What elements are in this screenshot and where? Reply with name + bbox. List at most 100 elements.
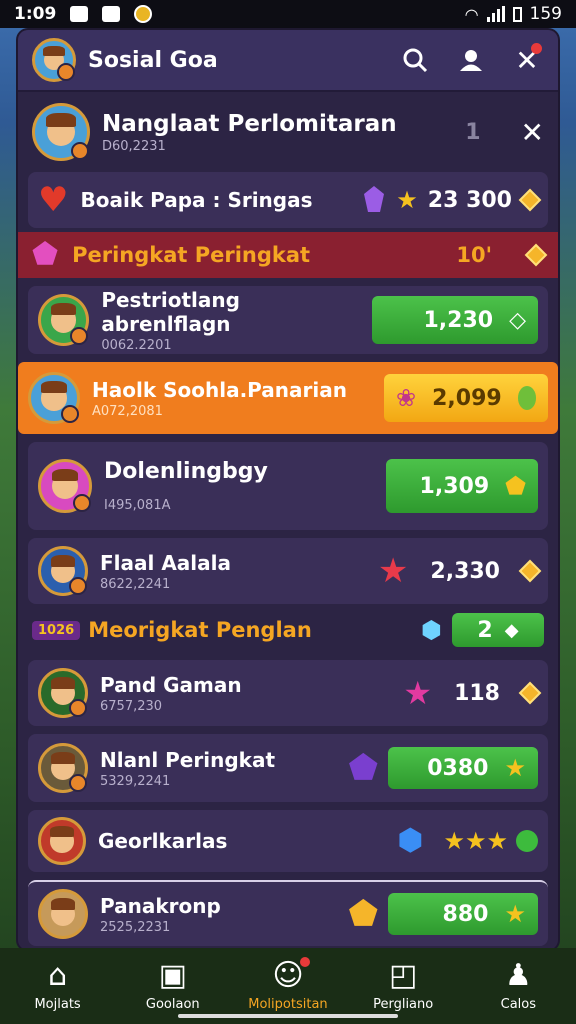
battery-icon [512, 6, 522, 22]
wifi-icon: ◠ [464, 4, 479, 24]
player-avatar [38, 889, 88, 939]
list-item-name: Pestriotlang abrenlflagn [101, 287, 240, 336]
top-player-name: Nanglaat Perlomitaran [102, 110, 397, 137]
profile-icon: ♟ [504, 957, 532, 993]
shield-icon: ⬟ [348, 748, 378, 788]
list-item[interactable]: Georlkarlas ⬢ ★★★ [28, 810, 548, 872]
score-pill: 880 ★ [388, 893, 538, 935]
list-item-value: 1,230 [423, 307, 494, 333]
score-pill: 1,309 ⬟ [386, 459, 538, 513]
app-icon [102, 6, 121, 22]
signal-icon [486, 6, 505, 22]
list-item-name: Georlkarlas [98, 829, 228, 853]
player-avatar [38, 668, 88, 718]
list-item-value: 2,330 [430, 558, 500, 584]
list-item-sub: 0062.2201 [101, 337, 172, 353]
player-avatar [38, 294, 90, 346]
list-item-value: 0380 [427, 755, 489, 781]
home-indicator[interactable] [178, 1014, 398, 1018]
nav-social[interactable]: ☺ Molipotsitan [238, 956, 338, 1012]
list-item[interactable]: Pestriotlang abrenlflagn 0062.2201 1,230 ◇ [28, 286, 548, 354]
coin-icon [134, 5, 153, 23]
level-tag: 1026 [32, 620, 81, 640]
player-avatar [38, 743, 88, 793]
list-item-sub: 2525,2231 [100, 919, 171, 935]
diamond-icon [518, 559, 542, 583]
rank-banner-2: 1026 Meorigkat Penglan ⬢ 2 ◆ [18, 604, 558, 656]
diamond-outline-icon: ◇ [509, 307, 526, 333]
status-bar: 1:09 ◠ 159 [0, 0, 576, 28]
app-title: Sosial Goa [88, 47, 218, 73]
star-icon: ★ [396, 186, 418, 214]
mail-icon [70, 6, 89, 22]
list-item-sub: 6757,230 [100, 698, 163, 714]
smile-icon [517, 386, 536, 410]
score-pill: 1,230 ◇ [372, 296, 538, 344]
top-player-row[interactable]: Nanglaat Perlomitaran D60,2231 1 ✕ [18, 96, 558, 168]
top-player-rank: 1 [465, 119, 481, 145]
list-item-value: 2,099 [432, 385, 502, 411]
search-doc-icon: ◰ [388, 957, 418, 993]
user-avatar[interactable] [32, 38, 76, 82]
top-player-avatar [32, 103, 90, 161]
highlighted-row[interactable]: Haolk Soohla.Panarian A072,2081 ❀ 2,099 [18, 362, 558, 434]
nav-label: Calos [500, 996, 537, 1012]
nav-home[interactable]: ⌂ Mojlats [8, 960, 108, 1012]
nav-label: Pergliano [373, 996, 434, 1012]
crystal-icon: ⬢ [421, 616, 442, 644]
list-item[interactable]: Dolenlingbgy I495,081A 1,309 ⬟ [28, 442, 548, 530]
score-pill: 0380 ★ [388, 747, 538, 789]
rank-banner: ⬟ Peringkat Peringkat 10' [18, 232, 558, 278]
list-item[interactable]: ♥ Boaik Papa : Sringas ★ 23 300 [28, 172, 548, 228]
list-item-sub: A072,2081 [92, 403, 163, 419]
list-item-value: 118 [454, 680, 500, 706]
list-item-value: 23 300 [427, 187, 512, 213]
star-icon: ★ [377, 551, 409, 591]
nav-tasks[interactable]: ▣ Goolaon [123, 957, 223, 1012]
score-pill: 2 ◆ [452, 613, 544, 647]
bottom-nav: ⌂ Mojlats ▣ Goolaon ☺ Molipotsitan ◰ Per… [0, 948, 576, 1024]
top-player-sub: D60,2231 [102, 138, 166, 154]
battery-level: 159 [529, 4, 562, 24]
star-icon: ★★★ [443, 827, 508, 855]
rank-banner-label: Meorigkat Penglan [88, 618, 312, 642]
dismiss-icon[interactable]: ✕ [521, 116, 544, 149]
leaderboard-panel: Sosial Goa ✕ Nanglaat Perlomitaran D60,2… [18, 30, 558, 950]
diamond-outline-icon: ◆ [504, 619, 519, 641]
list-item-value: 880 [442, 901, 489, 927]
social-icon: ☺ [272, 956, 310, 991]
score-pill: ❀ 2,099 [384, 374, 548, 422]
list-item-sub: I495,081A [104, 498, 171, 513]
app-header: Sosial Goa ✕ [18, 30, 558, 92]
list-item[interactable]: Flaal Aalala 8622,2241 ★ 2,330 [28, 538, 548, 604]
grapes-icon: ❀ [396, 384, 417, 412]
shield-icon: ⬟ [505, 472, 526, 500]
player-avatar [38, 817, 86, 865]
nav-label: Molipotsitan [248, 996, 328, 1012]
search-icon[interactable] [398, 43, 432, 77]
nav-profile[interactable]: ♟ Calos [468, 957, 568, 1012]
close-icon[interactable]: ✕ [510, 43, 544, 77]
rank-banner-value: 2 [477, 617, 493, 643]
player-avatar [38, 459, 92, 513]
list-item-name: Haolk Soohla.Panarian [92, 377, 347, 402]
player-avatar [38, 546, 88, 596]
list-item[interactable]: Panakronp 2525,2231 ⬟ 880 ★ [28, 880, 548, 946]
list-item-name: Panakronp [100, 893, 221, 918]
crystal-icon: ⬢ [397, 823, 424, 858]
nav-label: Goolaon [145, 996, 200, 1012]
list-item[interactable]: Pand Gaman 6757,230 ★ 118 [28, 660, 548, 726]
add-friend-icon[interactable] [454, 43, 488, 77]
list-item-sub: 5329,2241 [100, 773, 171, 789]
rank-banner-label: Peringkat Peringkat [72, 243, 311, 267]
shield-icon: ⬟ [348, 894, 378, 934]
list-item[interactable]: Nlanl Peringkat 5329,2241 ⬟ 0380 ★ [28, 734, 548, 802]
rank-banner-value: 10' [456, 243, 492, 267]
check-icon [516, 830, 538, 852]
diamond-icon [524, 243, 548, 267]
nav-ranking[interactable]: ◰ Pergliano [353, 957, 453, 1012]
star-icon: ★ [504, 900, 526, 928]
diamond-icon [518, 681, 542, 705]
list-item-name: Flaal Aalala [100, 550, 232, 575]
clipboard-icon: ▣ [158, 957, 187, 993]
